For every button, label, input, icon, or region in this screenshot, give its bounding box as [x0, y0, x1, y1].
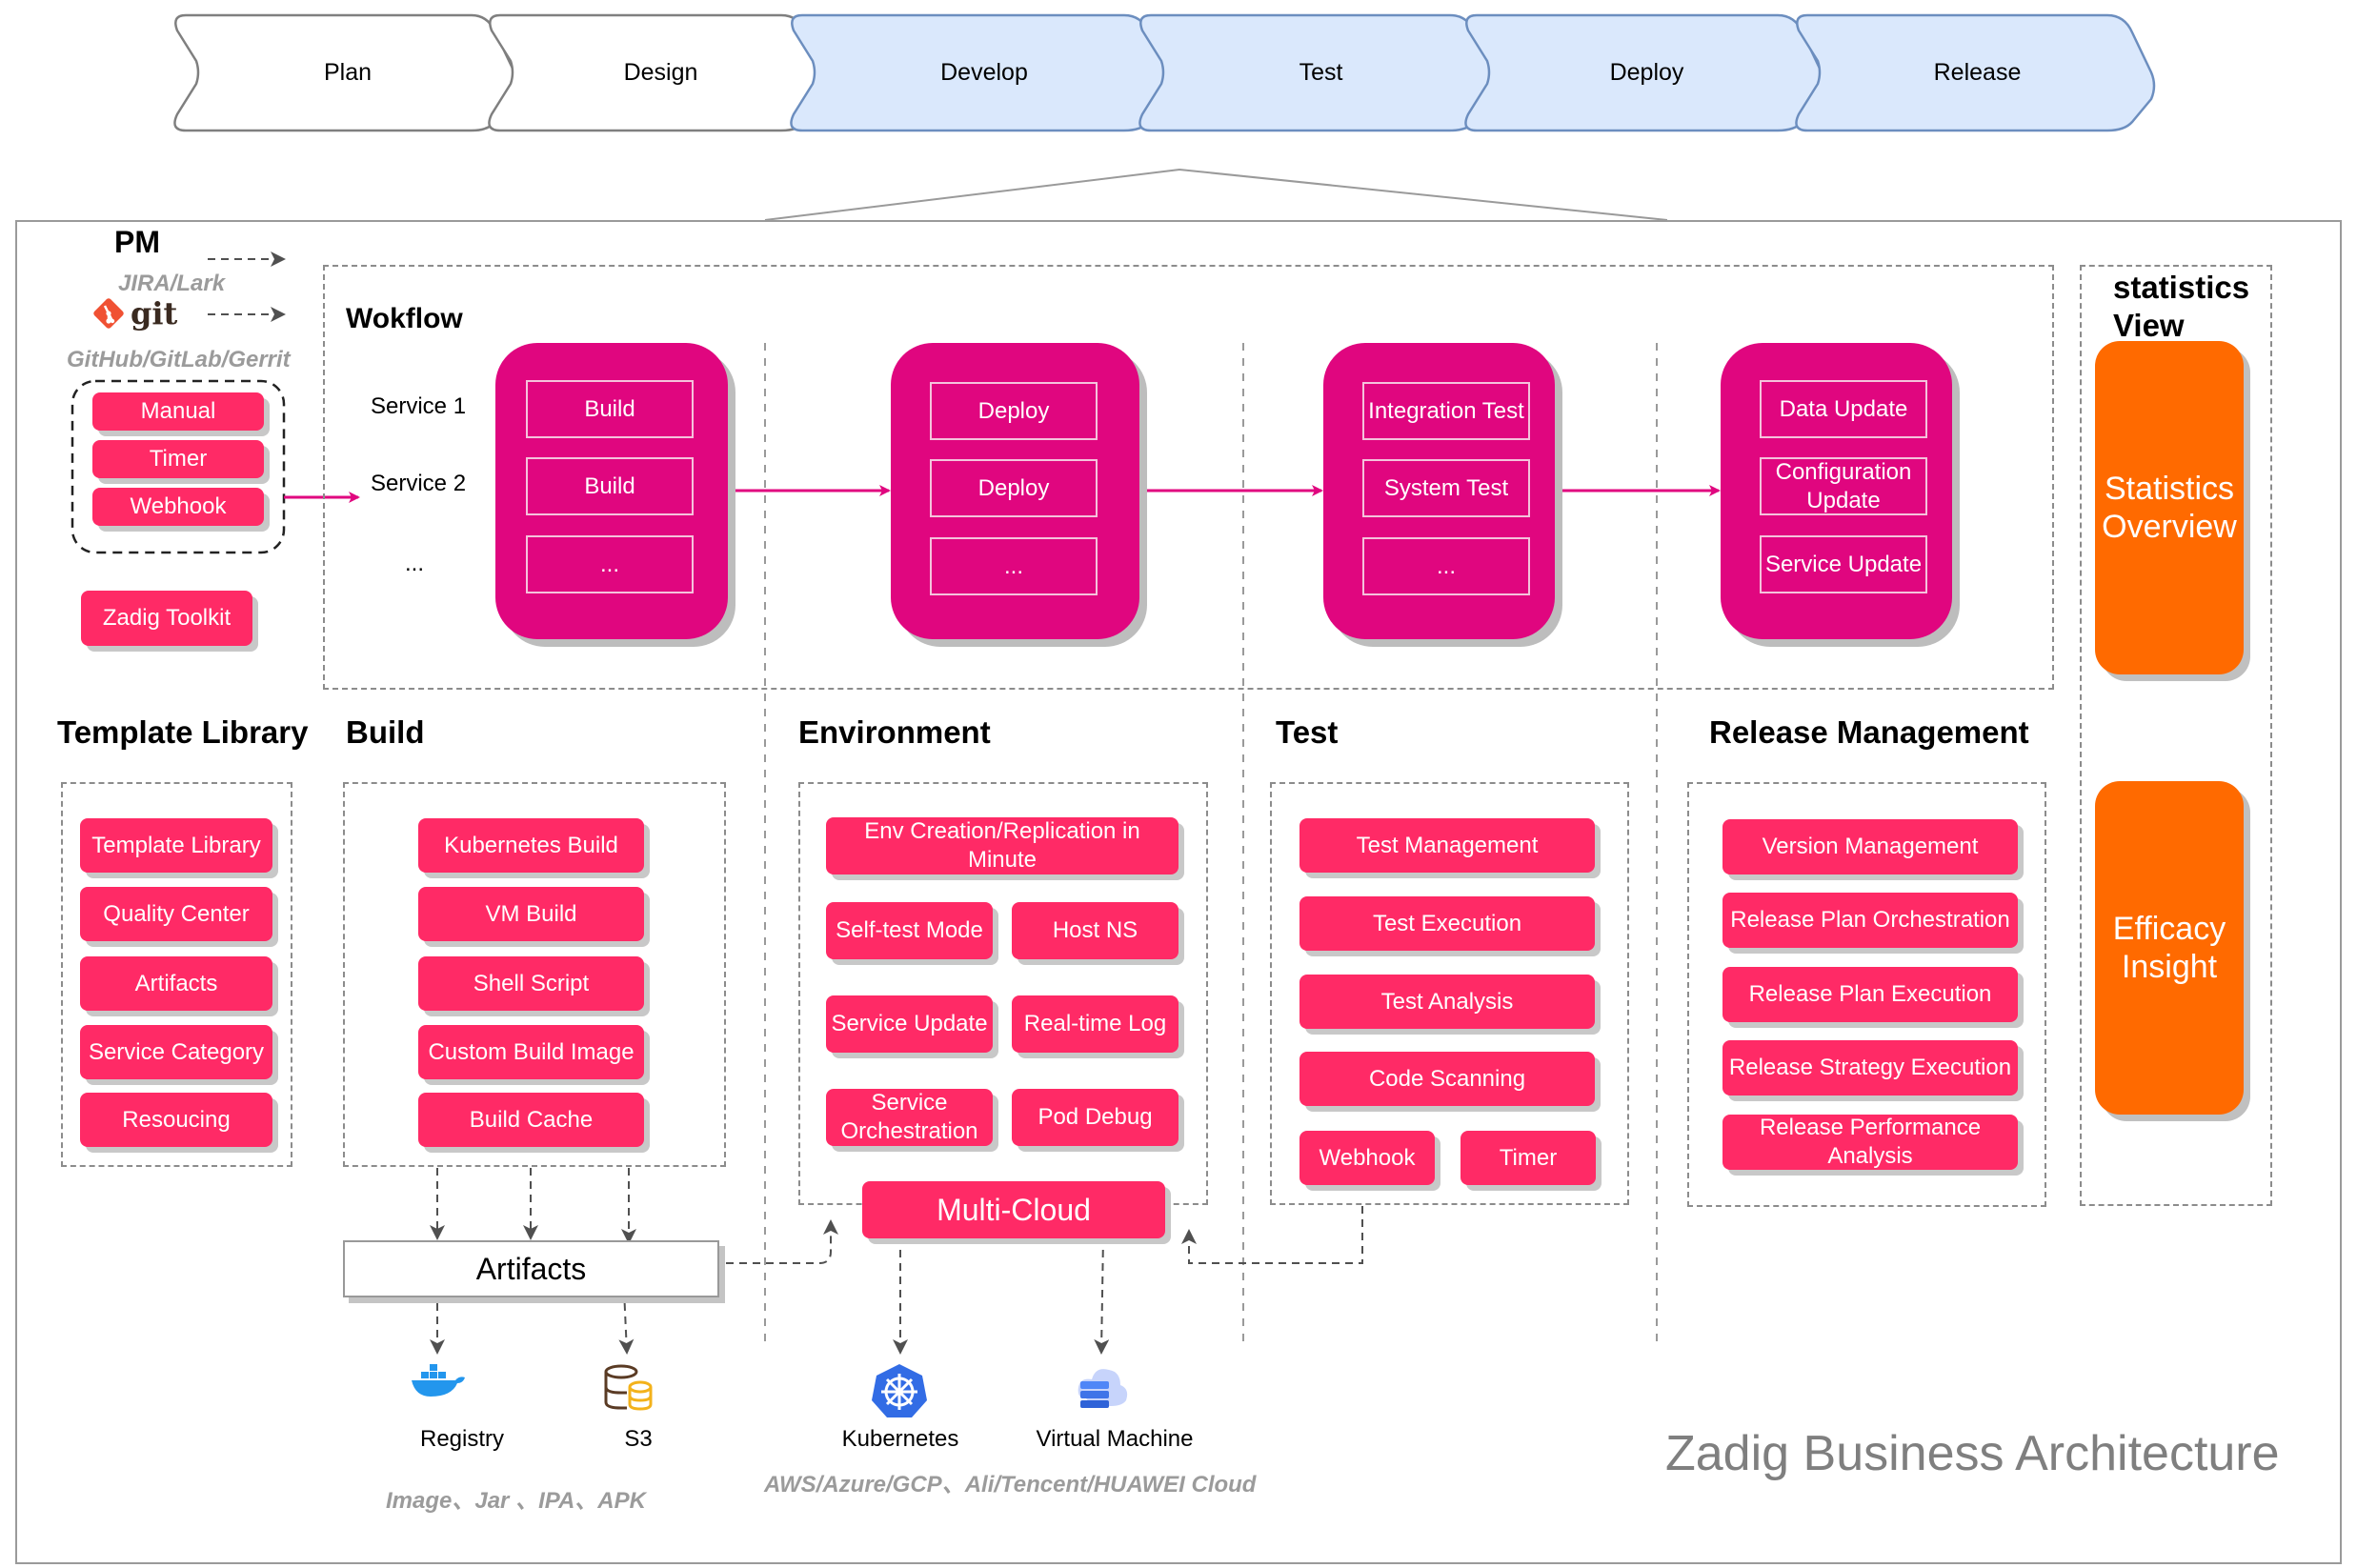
service-label: Service 1: [371, 393, 467, 419]
stage-deploy-label: Deploy: [1609, 59, 1684, 86]
release-item[interactable]: Version Management: [1722, 819, 2018, 874]
environment-item[interactable]: Real-time Log: [1012, 995, 1178, 1053]
template-library-title: Template Library: [57, 714, 309, 750]
build-item[interactable]: Custom Build Image: [418, 1025, 644, 1079]
environment-item[interactable]: Self-test Mode: [826, 902, 993, 959]
workflow-item[interactable]: Data Update: [1760, 380, 1927, 438]
environment-title: Environment: [798, 714, 991, 750]
test-item[interactable]: Code Scanning: [1299, 1052, 1595, 1106]
trigger-webhook[interactable]: Webhook: [92, 488, 264, 526]
stage-plan-label: Plan: [323, 59, 373, 86]
s3-storage-icon: [602, 1364, 654, 1412]
workflow-item[interactable]: Build: [526, 457, 694, 515]
kubernetes-icon: [870, 1362, 929, 1419]
workflow-stage-release[interactable]: Data Update Configuration Update Service…: [1721, 343, 1952, 639]
pm-tools-note: JIRA/Lark: [118, 271, 226, 296]
test-item[interactable]: Test Analysis: [1299, 975, 1595, 1029]
template-library-item[interactable]: Artifacts: [80, 956, 272, 1011]
workflow-item[interactable]: Deploy: [930, 459, 1098, 517]
cloud-providers-note: AWS/Azure/GCP、Ali/Tencent/HUAWEI Cloud: [764, 1472, 1257, 1498]
template-library-item[interactable]: Quality Center: [80, 887, 272, 941]
workflow-item[interactable]: Integration Test: [1362, 382, 1530, 440]
workflow-item[interactable]: Configuration Update: [1760, 457, 1927, 515]
statistics-overview-card[interactable]: Statistics Overview: [2095, 341, 2244, 674]
stage-test-label: Test: [1299, 59, 1343, 86]
stage-design-label: Design: [623, 59, 698, 86]
registry-label: Registry: [419, 1426, 505, 1452]
template-library-item[interactable]: Resoucing: [80, 1093, 272, 1147]
efficacy-insight-card[interactable]: Efficacy Insight: [2095, 781, 2244, 1115]
workflow-item[interactable]: ...: [930, 537, 1098, 595]
workflow-item[interactable]: System Test: [1362, 459, 1530, 517]
release-item[interactable]: Release Strategy Execution: [1722, 1040, 2018, 1096]
workflow-stage-deploy[interactable]: Deploy Deploy ...: [891, 343, 1139, 639]
test-item[interactable]: Test Management: [1299, 818, 1595, 873]
release-item[interactable]: Release Performance Analysis: [1722, 1115, 2018, 1170]
diagram-title: Zadig Business Architecture: [1665, 1426, 2280, 1481]
service-label: ...: [405, 551, 425, 576]
stage-release-label: Release: [1933, 59, 2022, 86]
docker-icon: [408, 1362, 467, 1400]
build-item[interactable]: Shell Script: [418, 956, 644, 1011]
template-library-item[interactable]: Template Library: [80, 818, 272, 873]
environment-item[interactable]: Pod Debug: [1012, 1089, 1178, 1146]
test-timer-item[interactable]: Timer: [1461, 1131, 1596, 1185]
pm-label: PM: [114, 225, 160, 259]
git-label: git: [131, 295, 178, 332]
build-item[interactable]: Kubernetes Build: [418, 818, 644, 873]
test-item[interactable]: Test Execution: [1299, 896, 1595, 951]
virtual-machine-label: Virtual Machine: [1036, 1426, 1194, 1452]
git-logo: git: [92, 295, 177, 332]
build-item[interactable]: Build Cache: [418, 1093, 644, 1147]
workflow-stage-build[interactable]: Build Build ...: [495, 343, 728, 639]
workflow-item[interactable]: Build: [526, 380, 694, 438]
release-management-title: Release Management: [1709, 714, 2029, 750]
artifacts-box[interactable]: Artifacts: [343, 1240, 719, 1297]
build-title: Build: [346, 714, 425, 750]
test-webhook-item[interactable]: Webhook: [1299, 1131, 1435, 1185]
zoom-connector: [764, 168, 1668, 221]
workflow-stage-test[interactable]: Integration Test System Test ...: [1323, 343, 1555, 639]
virtual-machine-icon: [1073, 1360, 1132, 1417]
multi-cloud-box[interactable]: Multi-Cloud: [862, 1181, 1165, 1238]
environment-item[interactable]: Service Update: [826, 995, 993, 1053]
trigger-manual[interactable]: Manual: [92, 392, 264, 431]
statistics-title: statistics View: [2113, 270, 2250, 343]
trigger-timer[interactable]: Timer: [92, 440, 264, 478]
workflow-item[interactable]: Service Update: [1760, 535, 1927, 593]
env-creation-item[interactable]: Env Creation/Replication in Minute: [826, 817, 1178, 874]
test-title: Test: [1276, 714, 1339, 750]
kubernetes-label: Kubernetes: [841, 1426, 959, 1452]
s3-label: S3: [624, 1426, 653, 1452]
service-label: Service 2: [371, 471, 467, 496]
workflow-item[interactable]: ...: [526, 535, 694, 593]
artifact-types-note: Image、Jar 、IPA、APK: [386, 1488, 646, 1514]
release-item[interactable]: Release Plan Orchestration: [1722, 893, 2018, 948]
git-icon: [93, 298, 124, 329]
git-tools-note: GitHub/GitLab/Gerrit: [67, 347, 291, 372]
environment-item[interactable]: Host NS: [1012, 902, 1178, 959]
workflow-title: Wokflow: [346, 303, 463, 334]
environment-item[interactable]: Service Orchestration: [826, 1089, 993, 1146]
template-library-item[interactable]: Service Category: [80, 1025, 272, 1079]
release-item[interactable]: Release Plan Execution: [1722, 967, 2018, 1022]
zadig-toolkit-button[interactable]: Zadig Toolkit: [81, 591, 252, 646]
workflow-item[interactable]: ...: [1362, 537, 1530, 595]
build-item[interactable]: VM Build: [418, 887, 644, 941]
stage-develop-label: Develop: [940, 59, 1028, 86]
workflow-item[interactable]: Deploy: [930, 382, 1098, 440]
